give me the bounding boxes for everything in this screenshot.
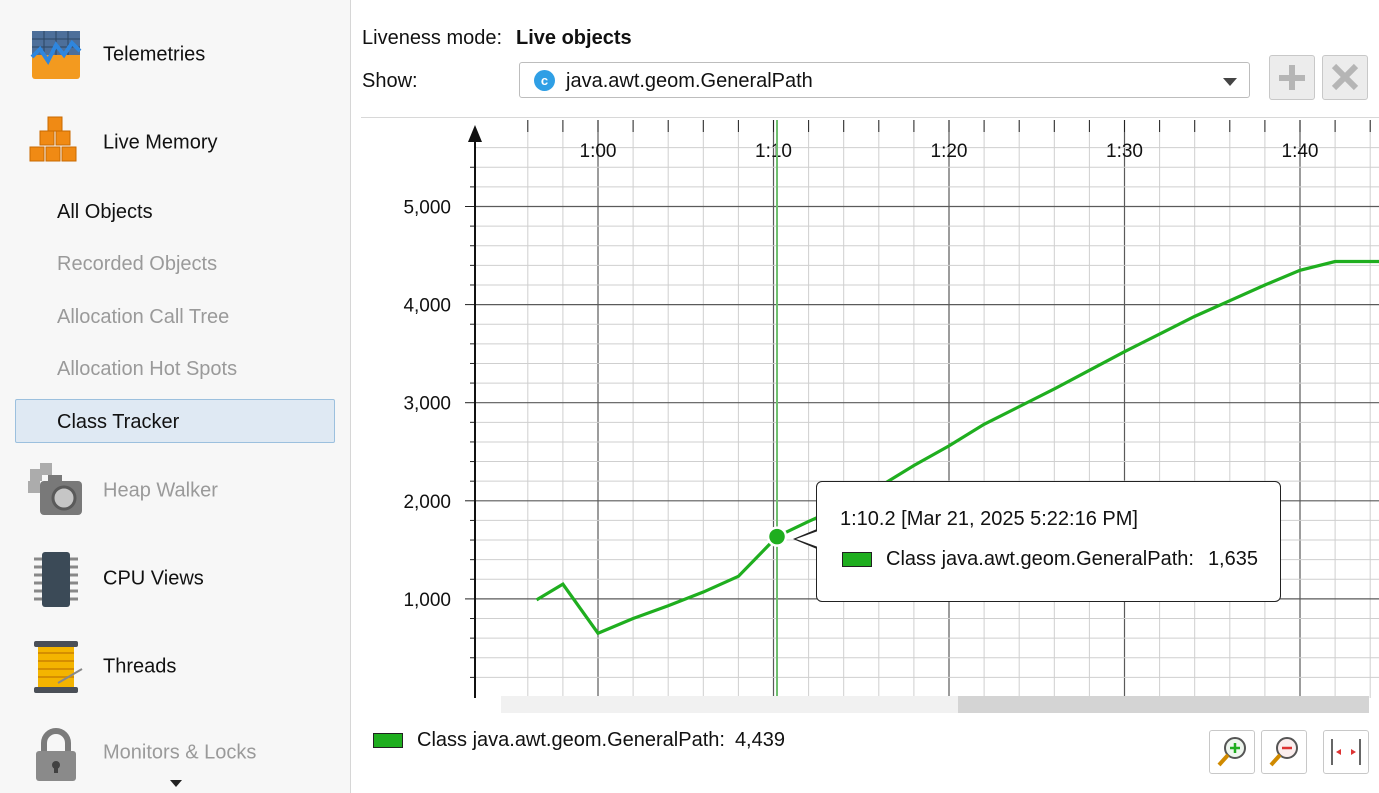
liveness-mode-label: Liveness mode:: [362, 27, 503, 49]
cpu-views-icon: [28, 551, 84, 607]
y-tick-label: 3,000: [403, 394, 451, 415]
sidebar-subitem-recorded-objects[interactable]: Recorded Objects: [57, 253, 217, 276]
sidebar: Telemetries Live Memory All Objects Reco…: [0, 0, 351, 793]
sidebar-item-label: Threads: [103, 655, 177, 678]
zoom-in-icon: [1217, 737, 1246, 767]
highlighted-point: [766, 526, 788, 547]
threads-icon: [28, 639, 84, 695]
fit-width-icon: [1331, 739, 1361, 765]
legend-label: Class java.awt.geom.GeneralPath:: [417, 729, 725, 751]
add-class-button[interactable]: [1269, 55, 1315, 100]
tooltip-series-value: 1,635: [1207, 548, 1258, 570]
legend-swatch: [373, 733, 403, 748]
telemetries-icon: [28, 27, 84, 83]
legend-value: 4,439: [734, 729, 785, 751]
remove-icon: [1331, 63, 1359, 91]
x-tick-label: 1:20: [931, 141, 968, 162]
tooltip-series: Class java.awt.geom.GeneralPath: 1,635: [842, 548, 1258, 571]
fit-width-button[interactable]: [1323, 730, 1369, 774]
y-axis-arrow: [468, 125, 482, 142]
sidebar-item-cpu-views[interactable]: CPU Views: [28, 551, 204, 607]
sidebar-subitem-class-tracker[interactable]: Class Tracker: [57, 411, 179, 434]
chart-tooltip: 1:10.2 [Mar 21, 2025 5:22:16 PM] Class j…: [816, 481, 1281, 602]
sidebar-item-live-memory[interactable]: Live Memory: [28, 115, 217, 171]
zoom-out-icon: [1269, 737, 1298, 767]
chevron-down-icon: [1223, 78, 1237, 86]
sidebar-item-label: Live Memory: [103, 131, 218, 154]
remove-class-button[interactable]: [1322, 55, 1368, 100]
legend-swatch: [842, 552, 872, 567]
sidebar-item-label: Monitors & Locks: [103, 741, 257, 764]
tooltip-series-label: Class java.awt.geom.GeneralPath:: [886, 548, 1194, 570]
add-icon: [1279, 65, 1305, 90]
y-tick-label: 2,000: [403, 492, 451, 513]
liveness-mode-value[interactable]: Live objects: [516, 27, 632, 50]
sidebar-item-threads[interactable]: Threads: [28, 639, 176, 695]
sidebar-item-label: CPU Views: [103, 567, 204, 590]
sidebar-subitem-allocation-hot-spots[interactable]: Allocation Hot Spots: [57, 358, 237, 381]
zoom-out-button[interactable]: [1261, 730, 1307, 774]
sidebar-item-telemetries[interactable]: Telemetries: [28, 27, 205, 83]
show-class-value: java.awt.geom.GeneralPath: [566, 70, 813, 92]
class-icon: c: [534, 70, 555, 91]
sidebar-subitem-allocation-call-tree[interactable]: Allocation Call Tree: [57, 306, 229, 329]
class-tracker-chart[interactable]: 1:00 1:10 1:20 1:30 1:40 1,000 2,000 3,000 4,000…: [361, 117, 1379, 715]
show-class-select[interactable]: c java.awt.geom.GeneralPath: [519, 62, 1250, 98]
y-tick-label: 5,000: [403, 198, 451, 219]
monitors-locks-icon: [28, 725, 84, 781]
show-label: Show:: [362, 70, 418, 92]
tooltip-time: 1:10.2 [Mar 21, 2025 5:22:16 PM]: [840, 508, 1138, 530]
sidebar-item-monitors-locks[interactable]: Monitors & Locks: [28, 725, 256, 781]
x-tick-label: 1:00: [580, 141, 617, 162]
sidebar-item-heap-walker[interactable]: Heap Walker: [28, 463, 218, 519]
zoom-in-button[interactable]: [1209, 730, 1255, 774]
class-tracker-panel: Liveness mode: Live objects Show: c java…: [351, 0, 1379, 793]
sidebar-subitem-all-objects[interactable]: All Objects: [57, 201, 153, 224]
chart-svg: 1:00 1:10 1:20 1:30 1:40 1,000 2,000 3,000 4,000…: [403, 120, 1379, 698]
y-tick-label: 1,000: [403, 590, 451, 611]
live-memory-icon: [28, 115, 84, 171]
sidebar-item-label: Heap Walker: [103, 479, 218, 502]
x-tick-label: 1:40: [1282, 141, 1319, 162]
time-scrollbar-thumb[interactable]: [958, 696, 1369, 713]
chart-legend: Class java.awt.geom.GeneralPath: 4,439: [373, 729, 785, 752]
y-tick-label: 4,000: [403, 296, 451, 317]
x-tick-label: 1:30: [1106, 141, 1143, 162]
heap-walker-icon: [28, 463, 84, 519]
tooltip-pointer-fill: [796, 531, 818, 547]
sidebar-item-label: Telemetries: [103, 43, 206, 66]
scroll-down-arrow-icon[interactable]: [170, 780, 182, 787]
x-tick-label: 1:10: [755, 141, 792, 162]
